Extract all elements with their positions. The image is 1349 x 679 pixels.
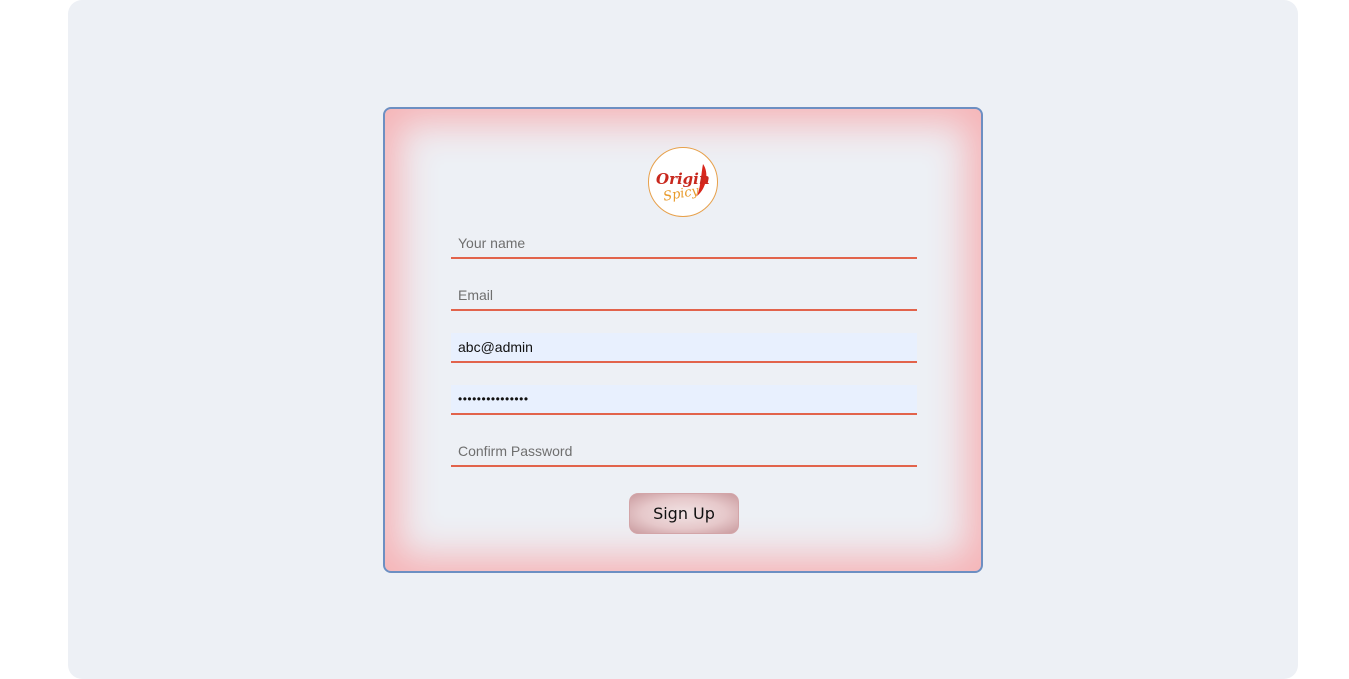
password-input[interactable] bbox=[451, 385, 917, 415]
username-input[interactable] bbox=[451, 333, 917, 363]
name-input[interactable] bbox=[451, 229, 917, 259]
brand-logo-image: Origin Spicy bbox=[656, 164, 710, 205]
brand-logo: Origin Spicy bbox=[648, 147, 718, 217]
email-input[interactable] bbox=[451, 281, 917, 311]
signup-card: Origin Spicy Sign Up bbox=[383, 107, 983, 573]
confirm-password-input[interactable] bbox=[451, 437, 917, 467]
sign-up-button[interactable]: Sign Up bbox=[629, 493, 739, 534]
